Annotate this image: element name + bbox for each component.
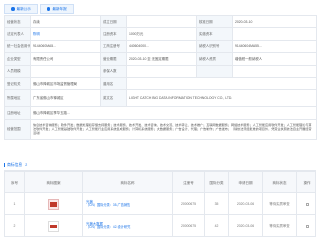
label: 英文名	[100, 89, 127, 108]
value	[126, 76, 317, 91]
label: 核准日期	[196, 14, 233, 29]
value: 佛山市禅城区市场监督管理局	[30, 76, 101, 91]
action-cell	[297, 193, 317, 215]
value: LIGHT CATCH BIG DATA INFORMATION TECHNOL…	[126, 89, 317, 108]
trademark-status: 等待实质审查	[263, 193, 297, 215]
label: 曾用名	[100, 76, 127, 91]
value: 有限责任公司	[30, 52, 101, 66]
top-tabs: 最新公示 最新年报	[4, 3, 316, 15]
section-title: 商标信息	[4, 162, 22, 168]
value: 91440604MA55...	[232, 39, 317, 54]
info-icon	[11, 7, 15, 11]
select-checkbox[interactable]	[305, 202, 309, 206]
trademark-section-header: 商标信息 2	[4, 160, 316, 171]
table-row: 2 光捕大数据 （CN）国际分类：42-设计研究 20000675 42 202…	[4, 215, 316, 237]
col-header: 商标名称	[83, 172, 173, 194]
col-header: 商标图案	[25, 172, 83, 194]
business-scope-text: 信息技术咨询服务；软件开发；数据处理和存储支持服务；技术服务、技术开发、技术咨询…	[30, 118, 317, 140]
trademark-table-header: 序号 商标图案 商标名称 注册号 国际分类 申请日期 商标状态 操作	[4, 171, 316, 194]
col-header: 商标状态	[263, 172, 297, 194]
value: 存续	[30, 14, 101, 29]
legal-rep-link[interactable]: 陈明	[30, 27, 101, 41]
col-header: 注册号	[173, 172, 205, 194]
value: 440604000...	[126, 39, 197, 54]
value: 增值税一般纳税人	[232, 52, 317, 66]
trademark-image-cell	[25, 193, 83, 215]
row-number: 2	[5, 215, 25, 237]
select-checkbox[interactable]	[305, 224, 309, 228]
trademark-class-note: （CN）国际分类：35-广告销售	[86, 203, 131, 208]
label: 所属地区	[4, 89, 31, 108]
label: 注册地址	[4, 106, 31, 120]
value: 2020-03-10	[232, 14, 317, 29]
intl-class: 42	[205, 215, 229, 237]
label: 纳税人识别号	[196, 39, 233, 54]
label: 成立日期	[100, 14, 127, 29]
row-number: 1	[5, 193, 25, 215]
trademark-image[interactable]	[48, 220, 59, 232]
label: 营业期限	[100, 52, 127, 66]
tab-latest-report[interactable]: 最新年报	[39, 4, 74, 14]
trademark-name-cell: 光捕 （CN）国际分类：35-广告销售	[83, 193, 173, 215]
action-cell	[297, 215, 317, 237]
value	[232, 64, 317, 78]
label: 登记机关	[4, 76, 31, 91]
label: 参保人数	[100, 64, 127, 78]
label: 企业类型	[4, 52, 31, 66]
apply-date: 2020-03-06	[229, 215, 263, 237]
col-header: 操作	[303, 180, 311, 185]
value	[126, 64, 197, 78]
value: 9144060MA5...	[30, 39, 101, 54]
label	[196, 64, 233, 78]
trademark-status: 等待实质审查	[263, 215, 297, 237]
value	[30, 64, 101, 78]
label: 统一社会信用代码	[4, 39, 31, 54]
apply-date: 2020-03-06	[229, 193, 263, 215]
value	[232, 27, 317, 41]
company-info-table: 经营状态 存续 成立日期 核准日期 2020-03-10 法定代表人 陈明 注册…	[4, 14, 317, 140]
value: 广东省佛山市禅城区	[30, 89, 101, 108]
label: 实缴资本	[196, 27, 233, 41]
trademark-image[interactable]	[48, 198, 59, 210]
label: 法定代表人	[4, 27, 31, 41]
value: 佛山市禅城区季华五路...	[30, 106, 317, 120]
value	[126, 14, 197, 29]
label: 人员规模	[4, 64, 31, 78]
intl-class: 35	[205, 193, 229, 215]
table-row: 1 光捕 （CN）国际分类：35-广告销售 20000675 35 2020-0…	[4, 193, 316, 215]
label: 经营范围	[4, 118, 31, 140]
trademark-name-cell: 光捕大数据 （CN）国际分类：42-设计研究	[83, 215, 173, 237]
col-header: 申请日期	[229, 172, 263, 194]
trademark-image-cell	[25, 215, 83, 237]
value: 2020-03-10 至 无固定期限	[126, 52, 197, 66]
col-header: 国际分类	[205, 172, 229, 194]
label: 纳税人资质	[196, 52, 233, 66]
col-header: 序号	[5, 172, 25, 194]
label: 经营状态	[4, 14, 31, 29]
tab-latest-report-label: 最新年报	[52, 6, 67, 11]
registration-number: 20000675	[173, 215, 205, 237]
label: 注册资本	[100, 27, 127, 41]
tab-latest-publicity-label: 最新公示	[16, 6, 31, 11]
registration-number: 20000675	[173, 193, 205, 215]
report-icon	[46, 7, 51, 11]
label: 工商注册号	[100, 39, 127, 54]
trademark-class-note: （CN）国际分类：42-设计研究	[86, 225, 131, 230]
value: 1000万元	[126, 27, 197, 41]
section-count: 2	[25, 162, 28, 167]
tab-latest-publicity[interactable]: 最新公示	[4, 4, 38, 14]
